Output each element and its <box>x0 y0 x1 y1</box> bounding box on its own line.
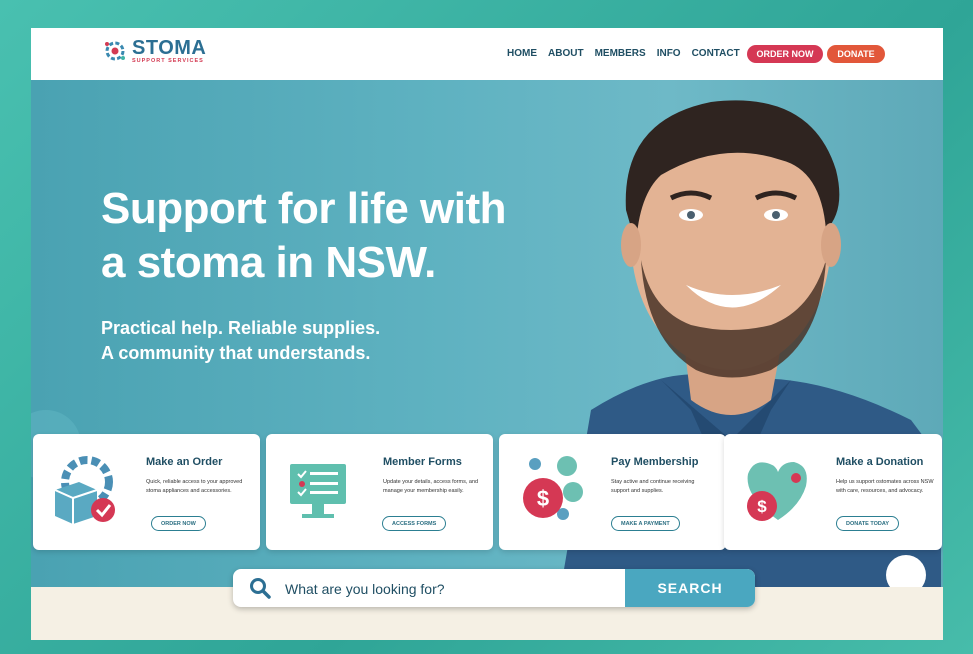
donate-button[interactable]: DONATE <box>827 45 885 63</box>
subheading-line: Practical help. Reliable supplies. <box>101 318 381 338</box>
nav-members[interactable]: MEMBERS <box>595 48 646 59</box>
make-payment-button[interactable]: MAKE A PAYMENT <box>611 516 680 531</box>
card-description: Update your details, access forms, and m… <box>383 479 479 494</box>
card-pay-membership[interactable]: $ Pay Membership Stay active and continu… <box>499 434 726 550</box>
card-member-forms[interactable]: Member Forms Update your details, access… <box>266 434 493 550</box>
headline-line: a stoma in NSW. <box>101 238 436 287</box>
card-title: Member Forms <box>383 456 462 468</box>
donate-today-button[interactable]: DONATE TODAY <box>836 516 899 531</box>
order-now-card-button[interactable]: ORDER NOW <box>151 516 206 531</box>
top-navigation: STOMA SUPPORT SERVICES HOME ABOUT MEMBER… <box>31 28 943 80</box>
card-make-donation[interactable]: $ Make a Donation Help us support ostoma… <box>724 434 942 550</box>
order-now-button[interactable]: ORDER NOW <box>747 45 823 63</box>
box-gear-icon <box>54 456 115 524</box>
card-make-order[interactable]: Make an Order Quick, reliable access to … <box>33 434 260 550</box>
dollar-coin-icon: $ <box>523 456 583 520</box>
site-search-bar: SEARCH <box>233 569 755 607</box>
nav-about[interactable]: ABOUT <box>548 48 584 59</box>
card-description: Help us support ostomates across NSW wit… <box>836 479 934 494</box>
monitor-form-icon <box>290 464 346 518</box>
main-menu: HOME ABOUT MEMBERS INFO CONTACT <box>507 48 740 59</box>
card-description: Quick, reliable access to your approved … <box>146 479 243 494</box>
headline-line: Support for life with <box>101 184 507 233</box>
search-button[interactable]: SEARCH <box>625 569 755 607</box>
hero-subheading: Practical help. Reliable supplies. A com… <box>101 316 501 366</box>
svg-text:$: $ <box>537 486 549 511</box>
search-input[interactable] <box>283 578 617 600</box>
access-forms-button[interactable]: ACCESS FORMS <box>382 516 447 531</box>
search-icon <box>250 578 271 599</box>
brand-subtitle: SUPPORT SERVICES <box>132 58 204 64</box>
web-page: STOMA SUPPORT SERVICES HOME ABOUT MEMBER… <box>31 28 943 640</box>
card-description: Stay active and continue receiving suppo… <box>611 479 695 494</box>
nav-info[interactable]: INFO <box>657 48 681 59</box>
heart-dollar-icon: $ <box>747 462 807 521</box>
brand-title: STOMA <box>132 37 207 59</box>
card-title: Make an Order <box>146 456 223 468</box>
subheading-line: A community that understands. <box>101 343 371 363</box>
card-title: Pay Membership <box>611 456 699 468</box>
card-title: Make a Donation <box>836 456 924 468</box>
svg-text:$: $ <box>757 497 767 516</box>
nav-contact[interactable]: CONTACT <box>692 48 740 59</box>
logo-gear-icon <box>103 39 127 63</box>
brand-logo[interactable]: STOMA SUPPORT SERVICES <box>103 38 206 65</box>
hero-headline: Support for life with a stoma in NSW. <box>101 182 571 290</box>
nav-home[interactable]: HOME <box>507 48 537 59</box>
